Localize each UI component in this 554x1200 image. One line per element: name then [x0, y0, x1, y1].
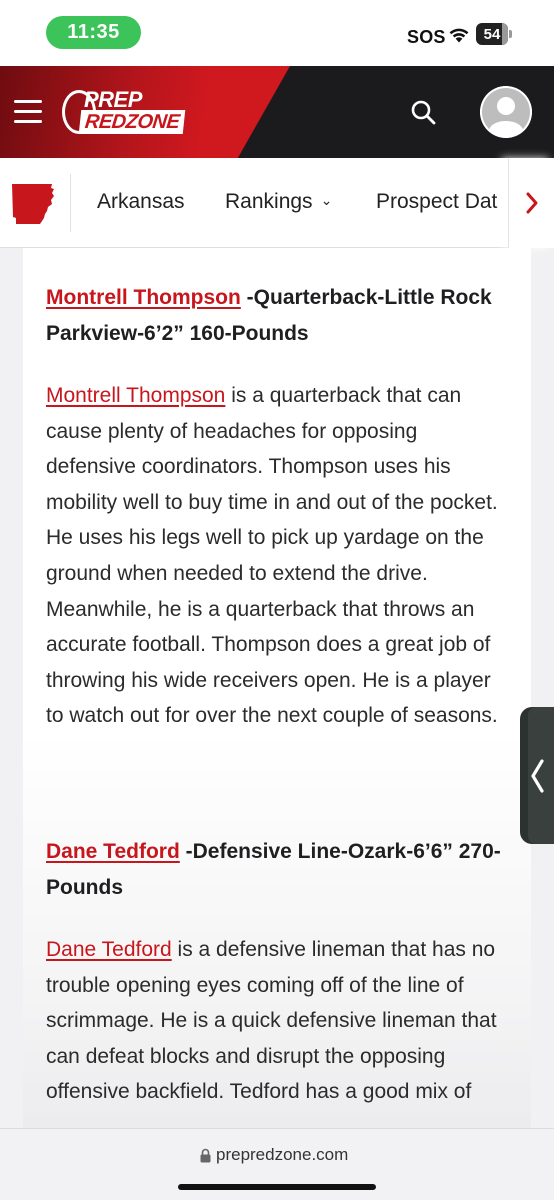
- hamburger-menu-icon[interactable]: [14, 100, 42, 124]
- chevron-down-icon: ⌄: [320, 192, 333, 208]
- lock-icon: [200, 1148, 211, 1163]
- logo-text-prep: PREP: [84, 87, 142, 112]
- player-heading: Dane Tedford -Defensive Line-Ozark-6’6” …: [46, 834, 508, 905]
- nav-item-rankings-label: Rankings: [225, 190, 313, 213]
- status-time[interactable]: 11:35: [46, 16, 141, 49]
- site-logo[interactable]: PREP REDZONE: [62, 88, 202, 138]
- battery-level: 54: [483, 25, 501, 43]
- site-header: PREP REDZONE: [0, 66, 554, 158]
- player-link[interactable]: Montrell Thompson: [46, 384, 225, 407]
- player-paragraph: Montrell Thompson is a quarterback that …: [46, 378, 508, 734]
- nav-item-rankings[interactable]: Rankings ⌄: [225, 190, 332, 214]
- battery-icon: 54: [476, 23, 512, 45]
- player-link[interactable]: Montrell Thompson: [46, 286, 241, 309]
- player-paragraph: Dane Tedford is a defensive lineman that…: [46, 932, 508, 1110]
- user-avatar-icon[interactable]: [480, 86, 532, 138]
- player-link[interactable]: Dane Tedford: [46, 938, 172, 961]
- nav-scroll-right-button[interactable]: [508, 158, 554, 248]
- chevron-right-icon: [526, 192, 538, 214]
- nav-item-arkansas[interactable]: Arkansas: [97, 190, 185, 214]
- logo-text-redzone: REDZONE: [78, 110, 186, 134]
- arkansas-state-icon[interactable]: [10, 183, 56, 225]
- home-indicator[interactable]: [178, 1184, 376, 1190]
- status-bar: 11:35 SOS 54: [0, 0, 554, 66]
- nav-divider: [70, 174, 71, 232]
- article-content: Montrell Thompson -Quarterback-Little Ro…: [23, 248, 531, 1128]
- player-link[interactable]: Dane Tedford: [46, 840, 180, 863]
- browser-url-bar[interactable]: prepredzone.com: [0, 1128, 554, 1200]
- side-panel-tab[interactable]: [520, 707, 554, 844]
- chevron-left-icon: [531, 759, 544, 793]
- nav-item-prospect-data[interactable]: Prospect Dat: [376, 190, 508, 214]
- url-domain[interactable]: prepredzone.com: [216, 1145, 348, 1165]
- wifi-icon: [449, 28, 469, 43]
- search-icon[interactable]: [409, 98, 437, 126]
- player-paragraph-text: is a defensive lineman that has no troub…: [46, 938, 497, 1104]
- player-heading: Montrell Thompson -Quarterback-Little Ro…: [46, 280, 508, 351]
- sos-indicator: SOS: [407, 27, 446, 47]
- player-paragraph-text: is a quarterback that can cause plenty o…: [46, 384, 498, 728]
